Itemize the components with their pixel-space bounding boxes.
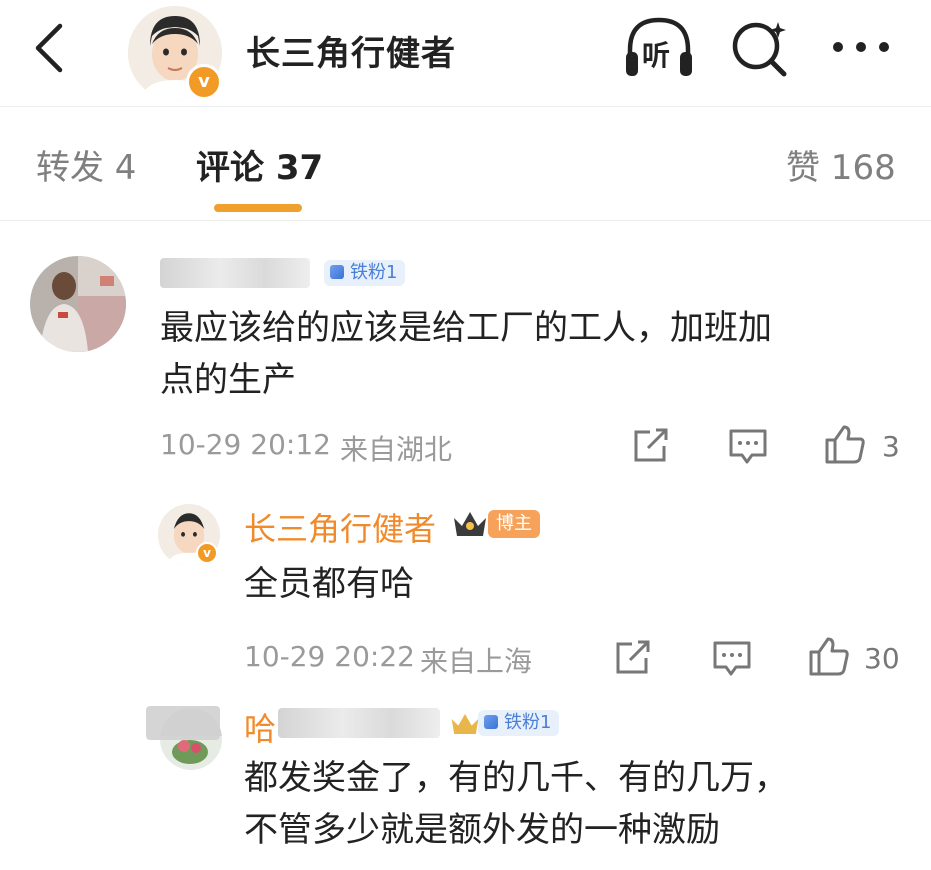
like-count: 30 [864,642,900,675]
fan-level-badge: 铁粉1 [478,710,560,736]
comment-time: 10-29 20:12 [160,428,331,461]
crown-icon [454,512,486,536]
active-tab-indicator [214,204,302,212]
tab-likes[interactable]: 赞 168 [786,140,896,189]
verified-v-icon: v [186,64,222,100]
reply-text: 全员都有哈 [244,564,414,604]
avatar-blur-overlay [146,706,220,740]
commenter-avatar[interactable] [30,256,126,352]
thumb-up-icon[interactable] [808,636,850,676]
tab-comments[interactable]: 评论 37 [196,140,323,189]
tab-bar: 转发 4 评论 37 赞 168 [0,106,931,221]
chevron-left-icon[interactable] [30,20,70,76]
share-icon[interactable] [614,640,652,676]
fan-level-badge: 铁粉1 [324,260,406,286]
headphones-icon[interactable]: 听 [624,14,694,80]
owner-badge: 博主 [488,510,540,538]
like-count: 3 [882,430,900,463]
verified-v-icon: v [196,542,218,564]
tab-repost[interactable]: 转发 4 [36,140,136,189]
thumb-up-icon[interactable] [824,424,866,464]
more-dots-icon[interactable] [830,36,892,58]
comment-icon[interactable] [712,640,752,678]
avatar-photo-icon [30,256,126,352]
reply-time: 10-29 20:22 [244,640,415,673]
comment-text: 最应该给的应该是给工厂的工人，加班加 点的生产 [160,308,772,400]
commenter-name-blurred[interactable] [160,258,310,288]
reply-location: 来自上海 [420,645,533,678]
share-icon[interactable] [632,428,670,464]
reply-username-blurred[interactable] [278,708,440,738]
top-bar: v 长三角行健者 听 [0,0,931,107]
page-title: 长三角行健者 [246,34,456,74]
comment-location: 来自湖北 [340,433,453,466]
listen-label: 听 [642,39,671,72]
reply-username[interactable]: 长三角行健者 [244,504,436,550]
reply-username-visible[interactable]: 哈 [244,704,276,750]
reply-text: 都发奖金了，有的几千、有的几万， 不管多少就是额外发的一种激励 [244,758,788,850]
comment-icon[interactable] [728,428,768,466]
crown-icon [451,714,479,734]
search-icon[interactable] [730,18,792,80]
